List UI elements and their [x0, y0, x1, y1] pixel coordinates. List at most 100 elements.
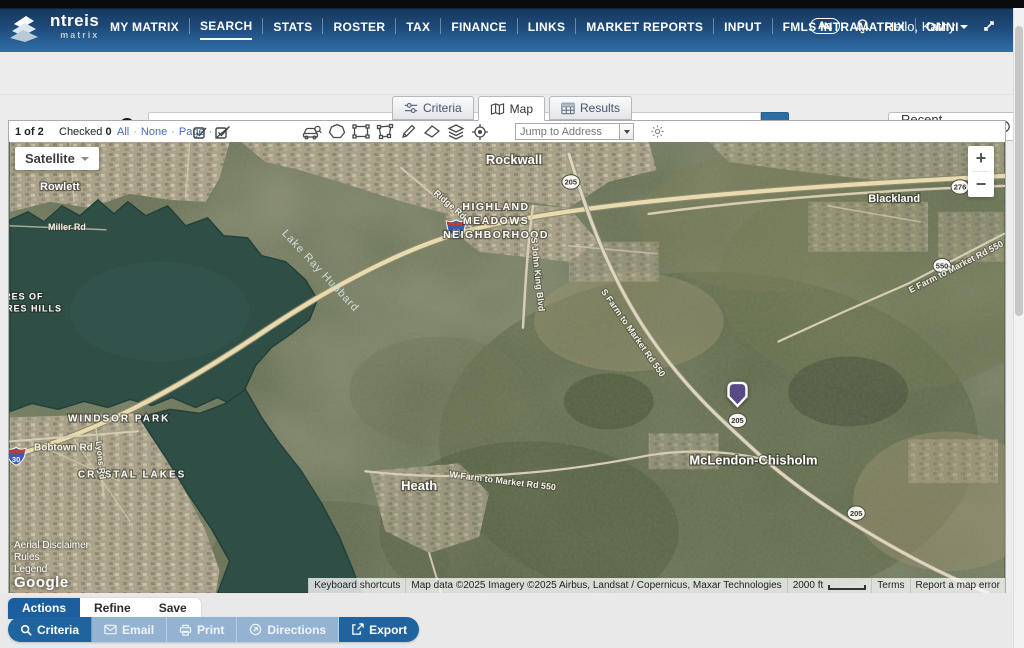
- nav-input[interactable]: INPUT: [724, 14, 762, 39]
- map-label-ores-hills: ORES HILLS: [9, 304, 62, 314]
- nav-my-matrix[interactable]: MY MATRIX: [110, 14, 179, 39]
- print-icon: [179, 624, 192, 636]
- terms-link[interactable]: Terms: [871, 578, 909, 593]
- print-button[interactable]: Print: [167, 617, 237, 642]
- eraser-tool-icon[interactable]: [423, 123, 441, 140]
- nav-divider: [440, 18, 441, 34]
- tab-map-label: Map: [510, 102, 533, 116]
- tab-refine[interactable]: Refine: [80, 598, 145, 619]
- action-buttons: Criteria Email Print Directions Export: [8, 617, 419, 642]
- zoom-out-button[interactable]: −: [968, 172, 994, 197]
- action-tabs: Actions Refine Save: [8, 598, 201, 619]
- logo-icon: [8, 14, 44, 42]
- nav-divider: [395, 18, 396, 34]
- search-bar-row: ? × Recent Searches: [0, 52, 1024, 95]
- map-attribution: Keyboard shortcuts Map data ©2025 Imager…: [308, 578, 1005, 593]
- ntreis-matrix-logo[interactable]: ntreismatrix: [8, 13, 99, 43]
- google-logo: Google: [14, 574, 69, 591]
- nav-divider: [713, 18, 714, 34]
- tab-results[interactable]: Results: [549, 96, 632, 120]
- map-type-satellite-button[interactable]: Satellite: [15, 147, 99, 170]
- map-settings-gear-icon[interactable]: [650, 124, 665, 139]
- print-button-label: Print: [197, 623, 224, 637]
- map-label-res-of: RES OF: [9, 292, 43, 302]
- polygon-tool-icon[interactable]: [376, 123, 394, 140]
- satellite-label: Satellite: [25, 151, 75, 166]
- select-all-link[interactable]: All: [117, 126, 129, 138]
- map-label-rockwall: Rockwall: [486, 152, 542, 167]
- check-all-icon[interactable]: [192, 124, 208, 140]
- select-none-link[interactable]: None: [141, 126, 167, 138]
- nav-tax[interactable]: TAX: [406, 14, 430, 39]
- notifications-bell-icon[interactable]: [854, 18, 871, 35]
- rules-link[interactable]: Rules: [14, 552, 89, 563]
- aerial-disclaimer-link[interactable]: Aerial Disclaimer: [14, 540, 89, 551]
- map-label-rowlett: Rowlett: [40, 181, 80, 193]
- nav-roster[interactable]: ROSTER: [333, 14, 385, 39]
- user-menu[interactable]: Hello, Kathy: [885, 19, 968, 34]
- locate-target-tool-icon[interactable]: [471, 123, 489, 141]
- nav-market-reports[interactable]: MARKET REPORTS: [586, 14, 703, 39]
- map-label-highland-2: MEADOWS: [463, 216, 529, 227]
- zoom-in-button[interactable]: +: [968, 146, 994, 171]
- scale-bar: [828, 585, 866, 590]
- tab-results-label: Results: [580, 101, 620, 115]
- svg-text:30: 30: [12, 455, 20, 464]
- email-button-label: Email: [122, 623, 154, 637]
- result-count: 1 of 2: [15, 126, 44, 138]
- nav-links[interactable]: LINKS: [528, 14, 566, 39]
- chevron-down-icon: [960, 25, 968, 29]
- logo-text: ntreismatrix: [50, 13, 99, 43]
- nav-divider: [322, 18, 323, 34]
- nav-search[interactable]: SEARCH: [200, 13, 252, 40]
- page-scrollbar[interactable]: [1013, 8, 1024, 648]
- tab-criteria[interactable]: Criteria: [392, 96, 474, 120]
- criteria-button[interactable]: Criteria: [8, 617, 92, 642]
- header-right-cluster: Aa Hello, Kathy: [810, 0, 996, 52]
- jump-dropdown-button[interactable]: [619, 123, 634, 140]
- svg-text:205: 205: [731, 416, 743, 425]
- scrollbar-thumb[interactable]: [1015, 26, 1023, 316]
- keyboard-shortcuts-link[interactable]: Keyboard shortcuts: [308, 578, 405, 593]
- directions-button[interactable]: Directions: [237, 617, 339, 642]
- tab-map[interactable]: Map: [478, 96, 545, 121]
- view-tabs: Criteria Map Results: [0, 96, 1024, 120]
- tab-actions[interactable]: Actions: [8, 598, 80, 619]
- caret-down-icon: [81, 157, 89, 161]
- rectangle-tool-icon[interactable]: [352, 123, 370, 140]
- jump-to-address-input[interactable]: [515, 123, 619, 140]
- map-label-blackland: Blackland: [868, 193, 920, 205]
- map-scale: 2000 ft: [787, 578, 872, 593]
- uncheck-all-icon[interactable]: [214, 124, 231, 140]
- layers-tool-icon[interactable]: [447, 123, 465, 141]
- drive-time-icon[interactable]: [302, 123, 322, 140]
- report-map-error-link[interactable]: Report a map error: [910, 578, 1005, 593]
- collapse-header-icon[interactable]: [982, 19, 996, 33]
- radius-circle-tool-icon[interactable]: [328, 123, 346, 140]
- export-button-label: Export: [369, 623, 407, 637]
- map-label-bobtown-rd: Bobtown Rd: [34, 442, 93, 453]
- tab-criteria-label: Criteria: [423, 101, 462, 115]
- tab-save[interactable]: Save: [145, 598, 201, 619]
- map-icon: [490, 102, 505, 116]
- map-canvas[interactable]: 30 30 205 205 205: [9, 142, 1005, 593]
- export-button[interactable]: Export: [339, 617, 419, 642]
- export-icon: [351, 623, 364, 636]
- pencil-draw-tool-icon[interactable]: [400, 123, 417, 140]
- top-nav: ntreismatrix MY MATRIX SEARCH STATS ROST…: [0, 0, 1024, 52]
- nav-divider: [772, 18, 773, 34]
- nav-divider: [517, 18, 518, 34]
- svg-text:276: 276: [954, 183, 966, 192]
- map-overlay-links: Aerial Disclaimer Rules Legend: [14, 539, 89, 575]
- directions-icon: [249, 623, 262, 636]
- map-label-highland-1: HIGHLAND: [462, 202, 529, 213]
- criteria-search-icon: [20, 624, 32, 636]
- checked-count: Checked 0: [59, 121, 112, 142]
- map-toolbar: 1 of 2 Checked 0 All · None · Page ·: [9, 121, 1005, 142]
- text-size-icon[interactable]: Aa: [810, 18, 840, 34]
- nav-divider: [575, 18, 576, 34]
- satellite-map: 30 30 205 205 205: [9, 142, 1005, 593]
- nav-stats[interactable]: STATS: [273, 14, 312, 39]
- email-button[interactable]: Email: [92, 617, 167, 642]
- nav-finance[interactable]: FINANCE: [451, 14, 506, 39]
